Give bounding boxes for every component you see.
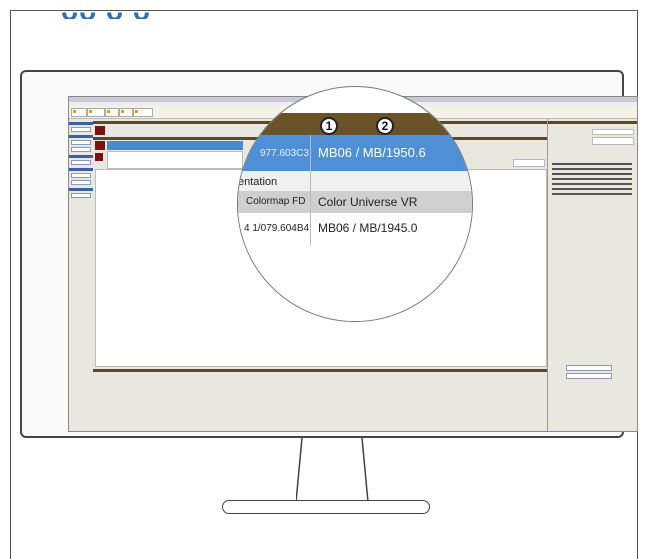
row2-left-value: 4 1/079.604B4 bbox=[244, 223, 310, 234]
right-sidebar bbox=[547, 119, 637, 431]
sidebar-section-header bbox=[69, 188, 93, 191]
sidebar-section-header bbox=[69, 135, 93, 138]
property-row bbox=[552, 168, 632, 170]
property-row bbox=[552, 173, 632, 175]
sidebar-button[interactable] bbox=[71, 180, 91, 185]
sidebar-section-header bbox=[69, 168, 93, 171]
color-swatch bbox=[95, 153, 103, 161]
column-header-left: Colormap FD bbox=[246, 196, 306, 207]
print-icon bbox=[121, 110, 124, 113]
callout-badge-1: 1 bbox=[320, 117, 338, 135]
text-field[interactable] bbox=[592, 137, 634, 145]
property-row bbox=[552, 188, 632, 190]
row1-right-value: MB06 / MB/1950.6 bbox=[318, 145, 426, 160]
property-row bbox=[552, 193, 632, 195]
sidebar-button[interactable] bbox=[71, 173, 91, 178]
color-swatch bbox=[95, 126, 105, 135]
toolbar-button[interactable] bbox=[87, 108, 105, 117]
toolbar-button[interactable] bbox=[133, 108, 153, 117]
toolbar-button[interactable] bbox=[105, 108, 119, 117]
row2-right-value: MB06 / MB/1945.0 bbox=[318, 221, 418, 235]
left-sidebar bbox=[69, 119, 94, 431]
property-row bbox=[552, 178, 632, 180]
sidebar-button[interactable] bbox=[71, 127, 91, 132]
sidebar-section-header bbox=[69, 122, 93, 125]
column-divider bbox=[310, 135, 311, 245]
monitor-stand-neck bbox=[296, 438, 369, 503]
sidebar-section-header bbox=[69, 155, 93, 158]
tool-icon bbox=[89, 110, 92, 113]
magnifier-callout: 1 2 977.603C3 MB06 / MB/1950.6 entation … bbox=[237, 86, 473, 322]
document-icon bbox=[135, 110, 138, 113]
panel-button[interactable] bbox=[566, 373, 612, 379]
dropdown[interactable] bbox=[592, 129, 634, 135]
column-header-right: Color Universe VR bbox=[318, 195, 418, 209]
monitor-stand-base bbox=[222, 500, 430, 514]
magnified-header-bar bbox=[238, 113, 472, 135]
panel-header-bar bbox=[93, 369, 547, 372]
toolbar-button[interactable] bbox=[119, 108, 133, 117]
folder-icon bbox=[73, 110, 76, 113]
cropped-title: ᴗᴗ ᴗ ᴗ bbox=[31, 11, 271, 19]
callout-badge-2: 2 bbox=[376, 117, 394, 135]
section-label: entation bbox=[238, 176, 278, 188]
panel-header-bar bbox=[548, 121, 637, 124]
sidebar-button[interactable] bbox=[71, 193, 91, 198]
row1-left-value: 977.603C3 bbox=[260, 148, 309, 159]
sidebar-button[interactable] bbox=[71, 147, 91, 152]
property-row bbox=[552, 163, 632, 165]
property-row bbox=[552, 183, 632, 185]
panel-button[interactable] bbox=[513, 159, 545, 167]
panel-button[interactable] bbox=[566, 365, 612, 371]
sidebar-button[interactable] bbox=[71, 140, 91, 145]
sidebar-button[interactable] bbox=[71, 160, 91, 165]
toolbar-button[interactable] bbox=[71, 108, 87, 117]
save-icon bbox=[107, 110, 110, 113]
color-swatch bbox=[95, 141, 105, 150]
selected-row[interactable] bbox=[107, 141, 243, 150]
details-panel bbox=[107, 151, 243, 169]
